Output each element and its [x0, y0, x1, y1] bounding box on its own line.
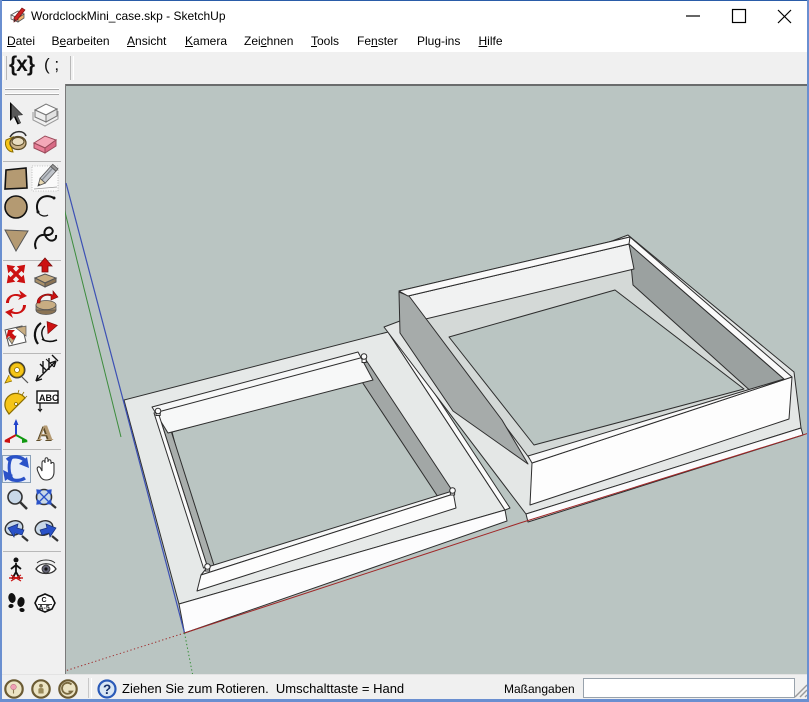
svg-text:A: A: [38, 420, 54, 445]
svg-text:?: ?: [103, 682, 111, 697]
svg-text:A-5: A-5: [39, 605, 50, 612]
svg-text:ABC: ABC: [39, 393, 59, 403]
svg-text:C: C: [42, 597, 47, 604]
